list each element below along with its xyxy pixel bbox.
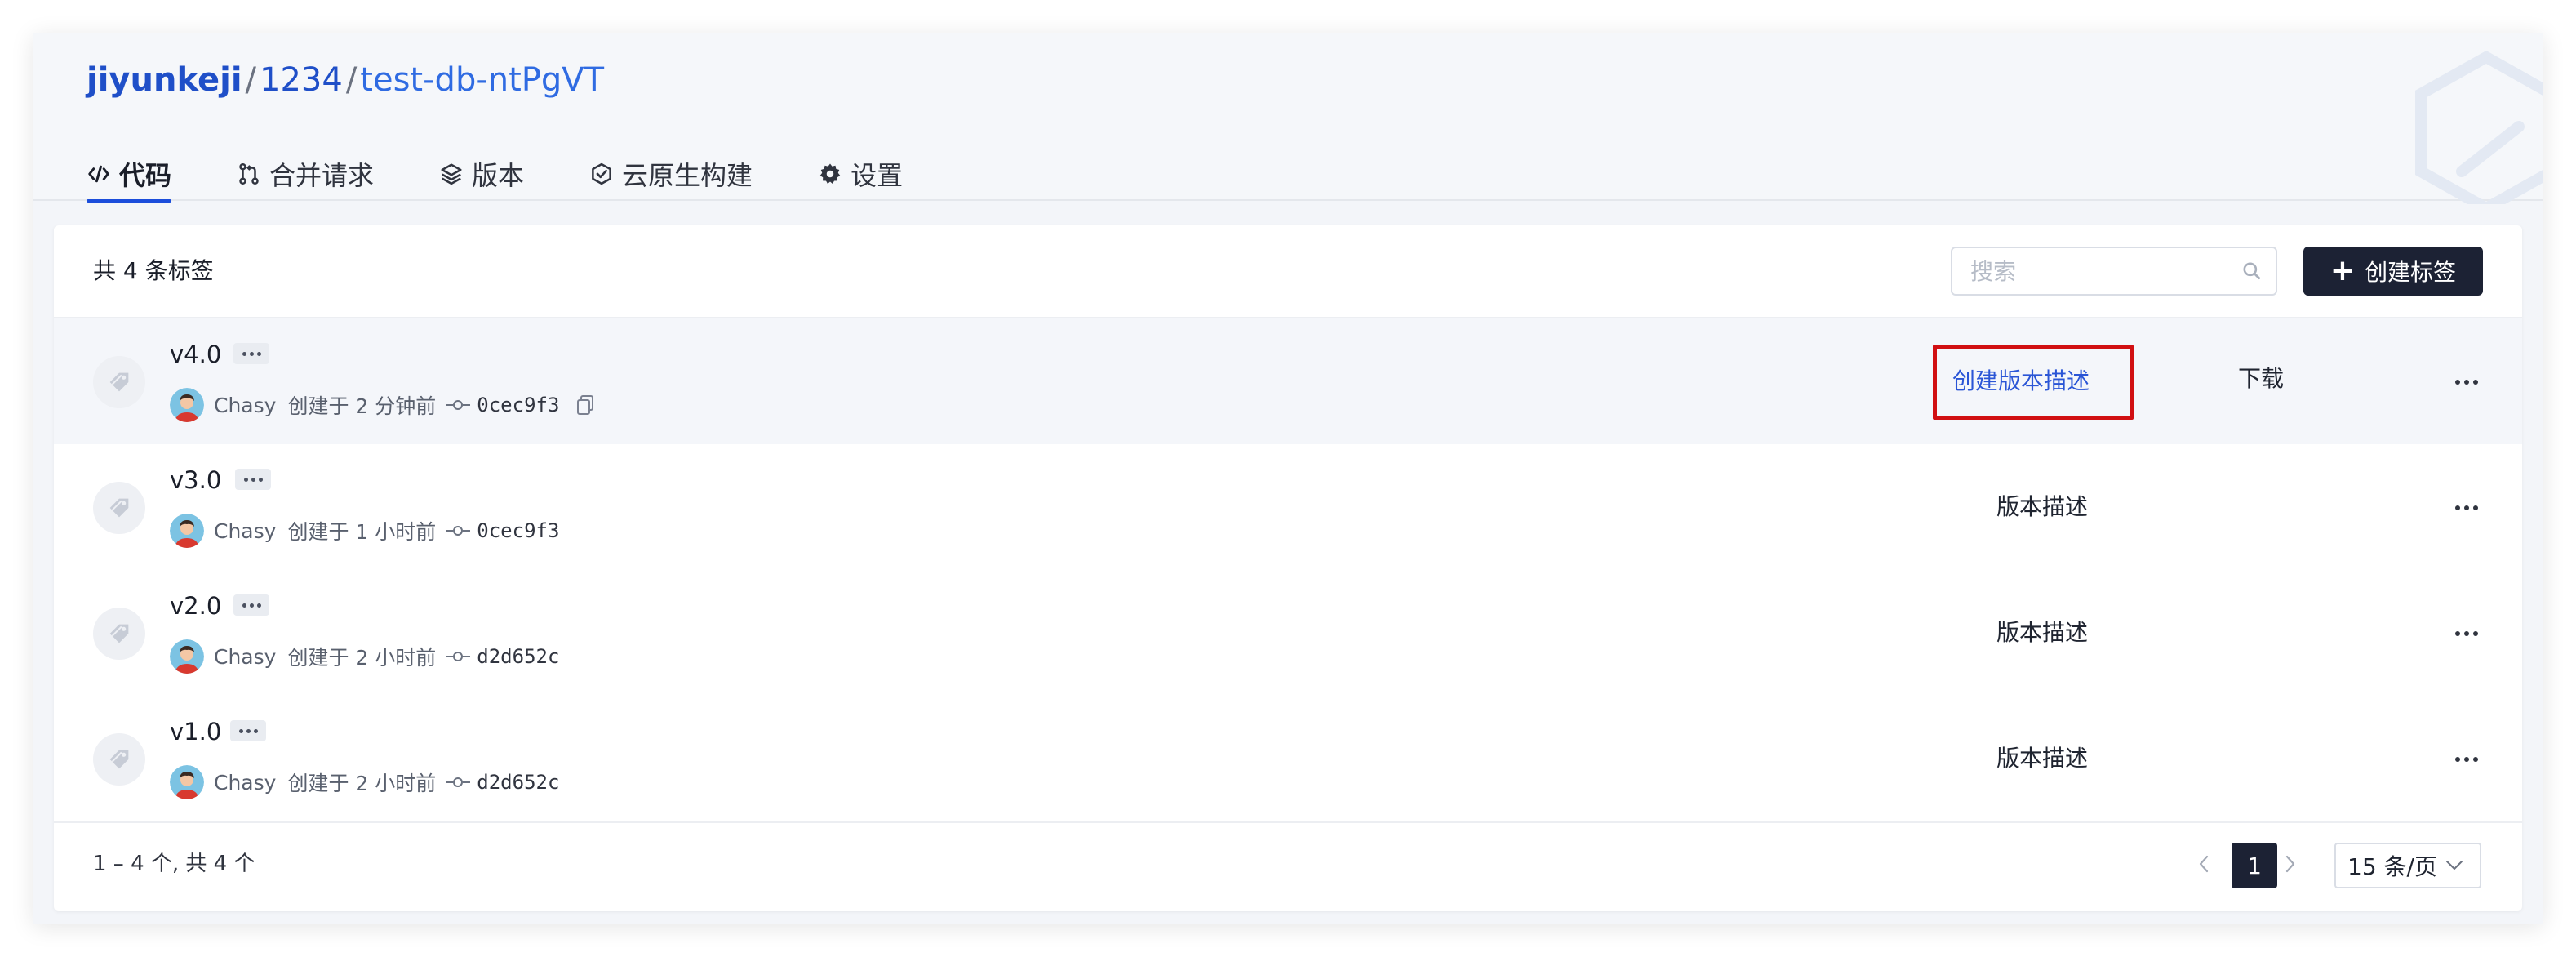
tag-author[interactable]: Chasy: [214, 645, 276, 669]
tag-row: v2.0 Chasy 创建于 2 小时前 d2d652c 版本描述: [54, 570, 2522, 696]
commit-sha[interactable]: d2d652c: [477, 771, 559, 794]
page-size-value: 15 条/页: [2347, 853, 2437, 880]
plus-icon: +: [2330, 254, 2356, 287]
repo-tabs: 代码 合并请求 版本 云原生构建 设置: [87, 147, 968, 203]
tag-icon-circle: [93, 733, 145, 786]
tag-created-time: 创建于 2 小时前: [287, 646, 437, 670]
tab-label: 云原生构建: [622, 160, 753, 191]
tab-code[interactable]: 代码: [87, 147, 172, 203]
create-release-description-link[interactable]: 创建版本描述: [1952, 365, 2090, 398]
tag-name[interactable]: v4.0: [170, 338, 221, 371]
breadcrumb-separator: /: [345, 61, 358, 99]
tab-label: 代码: [119, 160, 172, 191]
search-input[interactable]: [1969, 248, 2230, 294]
breadcrumb-group[interactable]: 1234: [260, 61, 343, 99]
tag-meta: Chasy 创建于 1 小时前 0cec9f3: [170, 513, 559, 549]
tag-icon: [109, 372, 129, 392]
tag-meta: Chasy 创建于 2 小时前 d2d652c: [170, 764, 559, 800]
release-description-link[interactable]: 版本描述: [1996, 742, 2088, 775]
tag-message-toggle[interactable]: [233, 594, 269, 616]
tags-toolbar: 共 4 条标签 + 创建标签: [54, 225, 2522, 317]
create-tag-button[interactable]: + 创建标签: [2303, 247, 2483, 296]
tab-label: 合并请求: [269, 160, 375, 191]
prev-page-button[interactable]: [2186, 843, 2222, 885]
tag-row: v3.0 Chasy 创建于 1 小时前 0cec9f3 版本描述: [54, 444, 2522, 570]
tag-count: 共 4 条标签: [93, 257, 214, 284]
chevron-left-icon: [2199, 855, 2209, 873]
code-icon: [88, 165, 109, 183]
repo-header: jiyunkeji/1234/test-db-ntPgVT 代码 合并请求 版本…: [33, 33, 2543, 204]
pagination-summary: 1 – 4 个, 共 4 个: [93, 852, 255, 876]
commit-sha[interactable]: 0cec9f3: [477, 394, 559, 416]
tag-author[interactable]: Chasy: [214, 771, 276, 795]
avatar: [170, 765, 204, 799]
tag-message-toggle[interactable]: [230, 720, 266, 741]
tag-author[interactable]: Chasy: [214, 519, 276, 543]
current-page-button[interactable]: 1: [2232, 843, 2277, 888]
tag-name[interactable]: v2.0: [170, 590, 221, 622]
tag-created-time: 创建于 2 分钟前: [287, 394, 437, 418]
tag-created-time: 创建于 1 小时前: [287, 520, 437, 544]
search-box[interactable]: [1951, 247, 2277, 296]
breadcrumb-org[interactable]: jiyunkeji: [87, 61, 242, 99]
breadcrumb-separator: /: [245, 61, 257, 99]
tab-settings[interactable]: 设置: [818, 147, 903, 201]
tag-icon-circle: [93, 482, 145, 534]
download-link[interactable]: 下载: [2238, 363, 2284, 395]
commit-icon: [446, 400, 471, 410]
chevron-down-icon: [2445, 861, 2463, 870]
create-tag-label: 创建标签: [2365, 259, 2457, 286]
breadcrumb-repo[interactable]: test-db-ntPgVT: [360, 61, 604, 99]
row-more-menu[interactable]: [2450, 367, 2483, 397]
tag-icon: [109, 624, 129, 643]
tag-row: v1.0 Chasy 创建于 2 小时前 d2d652c 版本描述: [54, 696, 2522, 821]
tag-meta: Chasy 创建于 2 小时前 d2d652c: [170, 639, 559, 674]
chevron-right-icon: [2285, 855, 2295, 873]
commit-icon: [446, 777, 471, 787]
page-size-select[interactable]: 15 条/页: [2334, 843, 2481, 888]
decorative-shield-icon: [2415, 50, 2543, 204]
commit-icon: [446, 526, 471, 536]
tag-created-time: 创建于 2 小时前: [287, 772, 437, 795]
tag-row: v4.0 Chasy 创建于 2 分钟前 0cec9f3 创建版本描述 下载: [54, 318, 2522, 444]
tab-merge-requests[interactable]: 合并请求: [237, 147, 374, 201]
release-description-link[interactable]: 版本描述: [1996, 616, 2088, 649]
avatar: [170, 639, 204, 674]
commit-icon: [446, 652, 471, 661]
tab-cloud-build[interactable]: 云原生构建: [589, 147, 753, 201]
row-more-menu[interactable]: [2450, 619, 2483, 648]
avatar: [170, 388, 204, 422]
commit-sha[interactable]: 0cec9f3: [477, 519, 559, 542]
tag-icon: [109, 750, 129, 769]
row-more-menu[interactable]: [2450, 493, 2483, 523]
search-icon[interactable]: [2241, 260, 2263, 282]
tag-author[interactable]: Chasy: [214, 394, 276, 417]
tag-message-toggle[interactable]: [233, 343, 269, 364]
tag-name[interactable]: v3.0: [170, 464, 221, 496]
breadcrumb: jiyunkeji/1234/test-db-ntPgVT: [87, 57, 604, 103]
tag-icon-circle: [93, 356, 145, 408]
tags-card: 共 4 条标签 + 创建标签 v4.0 Chasy 创建于 2 分钟前: [54, 225, 2522, 911]
tag-meta: Chasy 创建于 2 分钟前 0cec9f3: [170, 387, 595, 423]
layers-icon: [441, 163, 462, 185]
row-more-menu[interactable]: [2450, 745, 2483, 774]
merge-request-icon: [239, 162, 259, 185]
copy-icon[interactable]: [575, 394, 595, 416]
tag-icon-circle: [93, 608, 145, 660]
commit-sha[interactable]: d2d652c: [477, 645, 559, 668]
app-window: jiyunkeji/1234/test-db-ntPgVT 代码 合并请求 版本…: [33, 33, 2543, 924]
release-description-link[interactable]: 版本描述: [1996, 491, 2088, 523]
tag-message-toggle[interactable]: [235, 469, 271, 490]
divider: [54, 821, 2522, 823]
tag-name[interactable]: v1.0: [170, 715, 221, 748]
tab-releases[interactable]: 版本: [439, 147, 524, 201]
tab-label: 版本: [472, 160, 525, 191]
tab-label: 设置: [851, 160, 904, 191]
next-page-button[interactable]: [2272, 843, 2308, 885]
tag-icon: [109, 498, 129, 518]
gear-icon: [819, 163, 841, 184]
cloud-build-icon: [592, 162, 611, 185]
avatar: [170, 514, 204, 548]
